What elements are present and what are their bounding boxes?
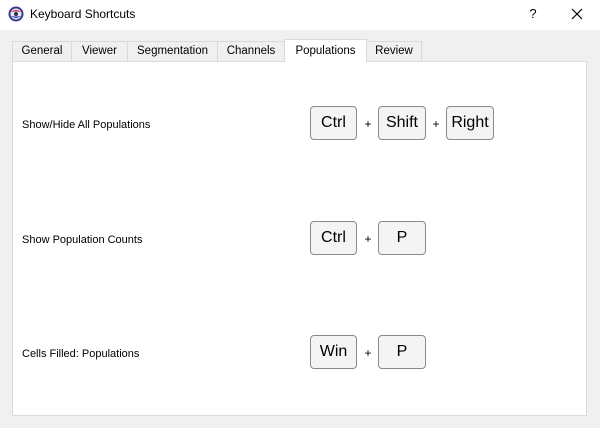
shortcut-label: Show Population Counts [22,234,143,246]
key-p: P [378,221,426,255]
plus-separator: + [364,117,372,131]
key-p: P [378,335,426,369]
key-win: Win [310,335,357,369]
tab-general[interactable]: General [12,41,72,61]
tab-channels[interactable]: Channels [217,41,285,61]
plus-separator: + [364,232,372,246]
title-bar: Keyboard Shortcuts ? [0,0,600,30]
tab-review[interactable]: Review [366,41,422,61]
populations-panel: Show/Hide All Populations Ctrl + Shift +… [12,61,587,416]
plus-separator: + [364,346,372,360]
tab-populations[interactable]: Populations [284,39,367,62]
plus-separator: + [432,117,440,131]
keyboard-shortcuts-dialog: Keyboard Shortcuts ? General Viewer Segm… [0,0,600,428]
close-button[interactable] [566,4,588,26]
help-button[interactable]: ? [524,2,542,26]
key-ctrl: Ctrl [310,106,357,140]
window-title: Keyboard Shortcuts [30,7,136,21]
key-right: Right [446,106,494,140]
key-ctrl: Ctrl [310,221,357,255]
key-shift: Shift [378,106,426,140]
tab-viewer[interactable]: Viewer [71,41,128,61]
app-logo-icon [8,6,24,22]
shortcut-label: Show/Hide All Populations [22,119,151,131]
close-icon [571,8,583,20]
tab-segmentation[interactable]: Segmentation [127,41,218,61]
shortcut-label: Cells Filled: Populations [22,348,140,360]
